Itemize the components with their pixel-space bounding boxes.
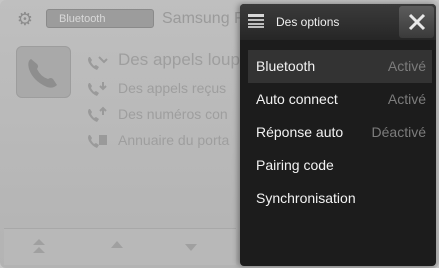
menu-item-value: Déactivé — [371, 124, 426, 140]
scroll-top-button[interactable] — [14, 233, 64, 261]
device-name: Samsung F — [162, 10, 244, 27]
menu-item-label: Auto connect — [256, 91, 338, 107]
menu-item-auto-answer[interactable]: Réponse auto Déactivé — [248, 116, 432, 149]
phonebook-icon — [88, 135, 107, 148]
phone-incoming-icon — [88, 82, 107, 96]
scroll-up-button[interactable] — [92, 233, 142, 261]
menu-item-label: Synchronisation — [256, 190, 356, 206]
list-item[interactable]: Des numéros con — [86, 104, 246, 130]
menu-item-pairing-code[interactable]: Pairing code — [248, 149, 432, 182]
settings-icon[interactable]: ⚙ — [14, 9, 36, 29]
menu-item-label: Pairing code — [256, 157, 334, 173]
options-menu: Des options Bluetooth Activé Auto connec… — [240, 4, 436, 266]
list-item-label: Des appels reçus — [118, 80, 227, 96]
phone-outgoing-icon — [88, 106, 107, 122]
bottom-strip — [4, 228, 236, 265]
menu-list: Bluetooth Activé Auto connect Activé Rép… — [248, 50, 432, 215]
list-item-label: Annuaire du porta — [118, 132, 230, 148]
menu-item-auto-connect[interactable]: Auto connect Activé — [248, 83, 432, 116]
call-list: Des appels loup Des appels reçus Des num… — [86, 50, 246, 156]
phone-missed-icon — [88, 56, 108, 70]
list-item[interactable]: Des appels reçus — [86, 78, 246, 104]
menu-item-value: Activé — [387, 58, 426, 74]
close-icon — [408, 13, 426, 31]
list-item[interactable]: Annuaire du porta — [86, 130, 246, 156]
close-button[interactable] — [399, 6, 434, 38]
bluetooth-tab[interactable]: Bluetooth — [46, 9, 154, 28]
list-item-label: Des appels loup — [118, 50, 240, 69]
menu-item-synchronisation[interactable]: Synchronisation — [248, 182, 432, 215]
menu-item-bluetooth[interactable]: Bluetooth Activé — [248, 50, 432, 83]
list-item-label: Des numéros con — [118, 106, 228, 122]
menu-header: Des options — [240, 4, 436, 40]
top-bar: ⚙ Bluetooth Samsung F — [4, 6, 244, 32]
scroll-down-button[interactable] — [166, 233, 216, 261]
double-up-arrow-icon — [33, 239, 45, 253]
menu-title: Des options — [276, 15, 340, 29]
menu-item-label: Bluetooth — [256, 58, 316, 74]
menu-item-value: Activé — [387, 91, 426, 107]
down-arrow-icon — [185, 244, 197, 251]
up-arrow-icon — [111, 241, 123, 248]
menu-list-icon — [248, 14, 264, 28]
list-item[interactable]: Des appels loup — [86, 50, 246, 78]
phone-tile[interactable] — [16, 46, 71, 98]
menu-item-label: Réponse auto — [256, 124, 344, 140]
handset-icon — [28, 59, 57, 88]
